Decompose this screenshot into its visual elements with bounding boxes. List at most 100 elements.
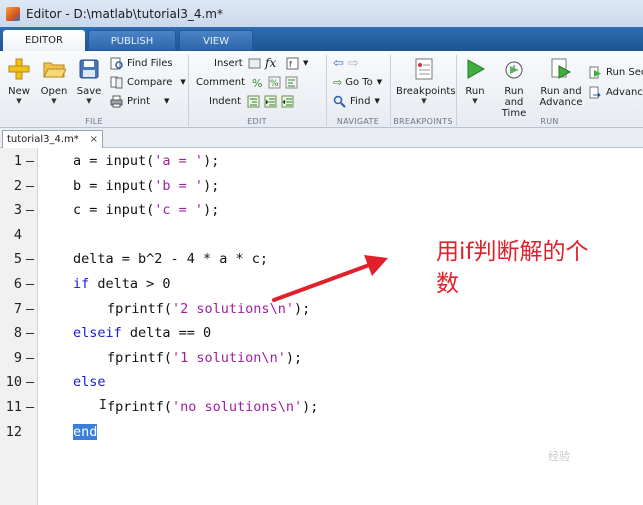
indent-button[interactable]: Indent bbox=[209, 92, 298, 110]
open-label: Open bbox=[40, 86, 68, 97]
code-line[interactable]: 10— else bbox=[0, 370, 643, 394]
line-number: 3 bbox=[13, 202, 22, 219]
matlab-app-icon bbox=[6, 6, 20, 21]
code-token: fprintf( bbox=[107, 399, 173, 415]
print-label: Print bbox=[127, 95, 151, 107]
line-number: 1 bbox=[13, 153, 22, 169]
code-token: fprintf( bbox=[107, 349, 173, 366]
tab-publish[interactable]: PUBLISH bbox=[88, 30, 176, 51]
find-files-button[interactable]: Find Files bbox=[110, 54, 173, 72]
uncomment-icon: % bbox=[268, 76, 281, 89]
go-to-button[interactable]: ⇨ Go To ▼ bbox=[333, 73, 382, 91]
code-token: ); bbox=[203, 202, 220, 219]
breakpoints-button[interactable]: Breakpoints ▼ bbox=[396, 55, 456, 115]
code-line[interactable]: 9— fprintf('1 solution\n'); bbox=[0, 346, 643, 370]
breakpoint-marker[interactable]: — bbox=[26, 174, 34, 198]
line-number: 6 bbox=[13, 276, 22, 292]
code-token: ); bbox=[285, 349, 303, 366]
find-button[interactable]: Find ▼ bbox=[333, 92, 380, 110]
fx-dropdown-button[interactable]: f ▼ bbox=[286, 54, 308, 72]
breakpoint-marker[interactable]: — bbox=[26, 370, 34, 394]
increase-indent-icon bbox=[264, 95, 277, 107]
breakpoints-label: Breakpoints bbox=[396, 86, 456, 97]
line-number: 4 bbox=[13, 226, 22, 243]
insert-label: Insert bbox=[214, 57, 243, 69]
group-label-file: FILE bbox=[85, 117, 103, 126]
breakpoint-marker[interactable]: — bbox=[26, 247, 34, 271]
fx-button[interactable]: fx bbox=[265, 54, 276, 72]
code-string: 'a = ' bbox=[154, 153, 204, 169]
breakpoint-marker[interactable]: — bbox=[26, 321, 34, 345]
save-button[interactable]: Save ▼ bbox=[73, 55, 105, 115]
code-token: c = input( bbox=[73, 202, 155, 219]
code-keyword: else bbox=[73, 374, 106, 391]
svg-text:%: % bbox=[270, 79, 279, 89]
find-files-icon bbox=[110, 57, 123, 69]
run-and-advance-label-2: Advance bbox=[539, 97, 583, 108]
code-text: b = input('b = '); bbox=[73, 174, 219, 198]
breakpoint-marker[interactable]: — bbox=[26, 297, 34, 321]
chevron-down-icon: ▼ bbox=[374, 97, 380, 105]
printer-icon bbox=[110, 95, 123, 107]
run-and-time-button[interactable]: Run and Time bbox=[494, 55, 534, 119]
code-text: if delta > 0 bbox=[73, 272, 171, 296]
back-arrow-icon: ⇦ bbox=[333, 55, 344, 71]
breakpoints-icon bbox=[415, 58, 433, 80]
code-line[interactable]: 12 end bbox=[0, 420, 643, 444]
run-and-advance-button[interactable]: Run and Advance bbox=[538, 55, 584, 115]
tab-editor[interactable]: EDITOR bbox=[3, 30, 85, 51]
code-string: 'no solutions\n' bbox=[172, 399, 303, 415]
chevron-down-icon: ▼ bbox=[421, 97, 427, 105]
code-string: 'c = ' bbox=[154, 202, 204, 219]
code-token: delta == 0 bbox=[121, 325, 212, 342]
comment-percent-icon: % bbox=[252, 77, 262, 89]
compare-label: Compare bbox=[127, 76, 173, 88]
open-button[interactable]: Open ▼ bbox=[38, 55, 70, 115]
run-button[interactable]: Run ▼ bbox=[460, 55, 490, 115]
text-cursor-icon: I bbox=[99, 398, 107, 413]
code-text: delta = b^2 - 4 * a * c; bbox=[73, 247, 268, 271]
breakpoint-marker[interactable]: — bbox=[26, 149, 34, 173]
code-editor[interactable]: 1— a = input('a = '); 2— b = input('b = ');… bbox=[0, 148, 643, 505]
code-token: fprintf( bbox=[107, 300, 173, 317]
tab-view[interactable]: VIEW bbox=[179, 30, 253, 51]
breakpoint-marker[interactable]: — bbox=[26, 272, 34, 296]
group-separator bbox=[456, 55, 457, 126]
run-and-advance-label-1: Run and bbox=[540, 86, 582, 97]
code-line[interactable]: 2— b = input('b = '); bbox=[0, 174, 643, 198]
group-separator bbox=[390, 55, 391, 126]
code-line[interactable]: 1— a = input('a = '); bbox=[0, 149, 643, 173]
run-and-time-label-1: Run and bbox=[504, 86, 524, 108]
breakpoint-marker[interactable]: — bbox=[26, 346, 34, 370]
comment-button[interactable]: Comment % % bbox=[196, 73, 302, 91]
advance-button[interactable]: Advance bbox=[589, 83, 643, 101]
comment-label: Comment bbox=[196, 76, 245, 88]
print-button[interactable]: Print ▼ bbox=[110, 92, 169, 110]
code-line[interactable]: 8— elseif delta == 0 bbox=[0, 321, 643, 345]
close-icon[interactable]: × bbox=[90, 134, 98, 145]
compare-button[interactable]: Compare ▼ bbox=[110, 73, 186, 91]
compare-icon bbox=[110, 76, 123, 88]
code-text: else bbox=[73, 370, 106, 394]
insert-button[interactable]: Insert bbox=[214, 54, 265, 72]
new-button[interactable]: New ▼ bbox=[4, 55, 34, 115]
group-label-edit: EDIT bbox=[247, 117, 267, 126]
window-title: Editor - D:\matlab\tutorial3_4.m* bbox=[26, 6, 223, 21]
breakpoint-marker[interactable]: — bbox=[26, 395, 34, 419]
back-forward-buttons[interactable]: ⇦ ⇨ bbox=[333, 54, 359, 72]
chevron-down-icon: ▼ bbox=[376, 78, 383, 86]
document-tab-tutorial3-4[interactable]: tutorial3_4.m* × bbox=[2, 130, 103, 148]
breakpoint-marker[interactable]: — bbox=[26, 198, 34, 222]
code-token: ); bbox=[302, 399, 319, 415]
code-line[interactable]: 11— fprintf('no solutions\n'); bbox=[0, 395, 643, 419]
magnifier-icon bbox=[333, 95, 346, 108]
annotation-arrow-icon bbox=[272, 255, 388, 302]
watermark: 经验 bbox=[548, 450, 570, 463]
line-number: 11 bbox=[5, 399, 22, 415]
run-play-icon bbox=[467, 59, 486, 79]
code-line[interactable]: 3— c = input('c = '); bbox=[0, 198, 643, 222]
chevron-down-icon: ▼ bbox=[472, 97, 478, 105]
line-number: 5 bbox=[13, 251, 22, 268]
document-tab-bar: tutorial3_4.m* × bbox=[0, 128, 643, 148]
run-section-button[interactable]: Run Secti bbox=[589, 63, 643, 81]
